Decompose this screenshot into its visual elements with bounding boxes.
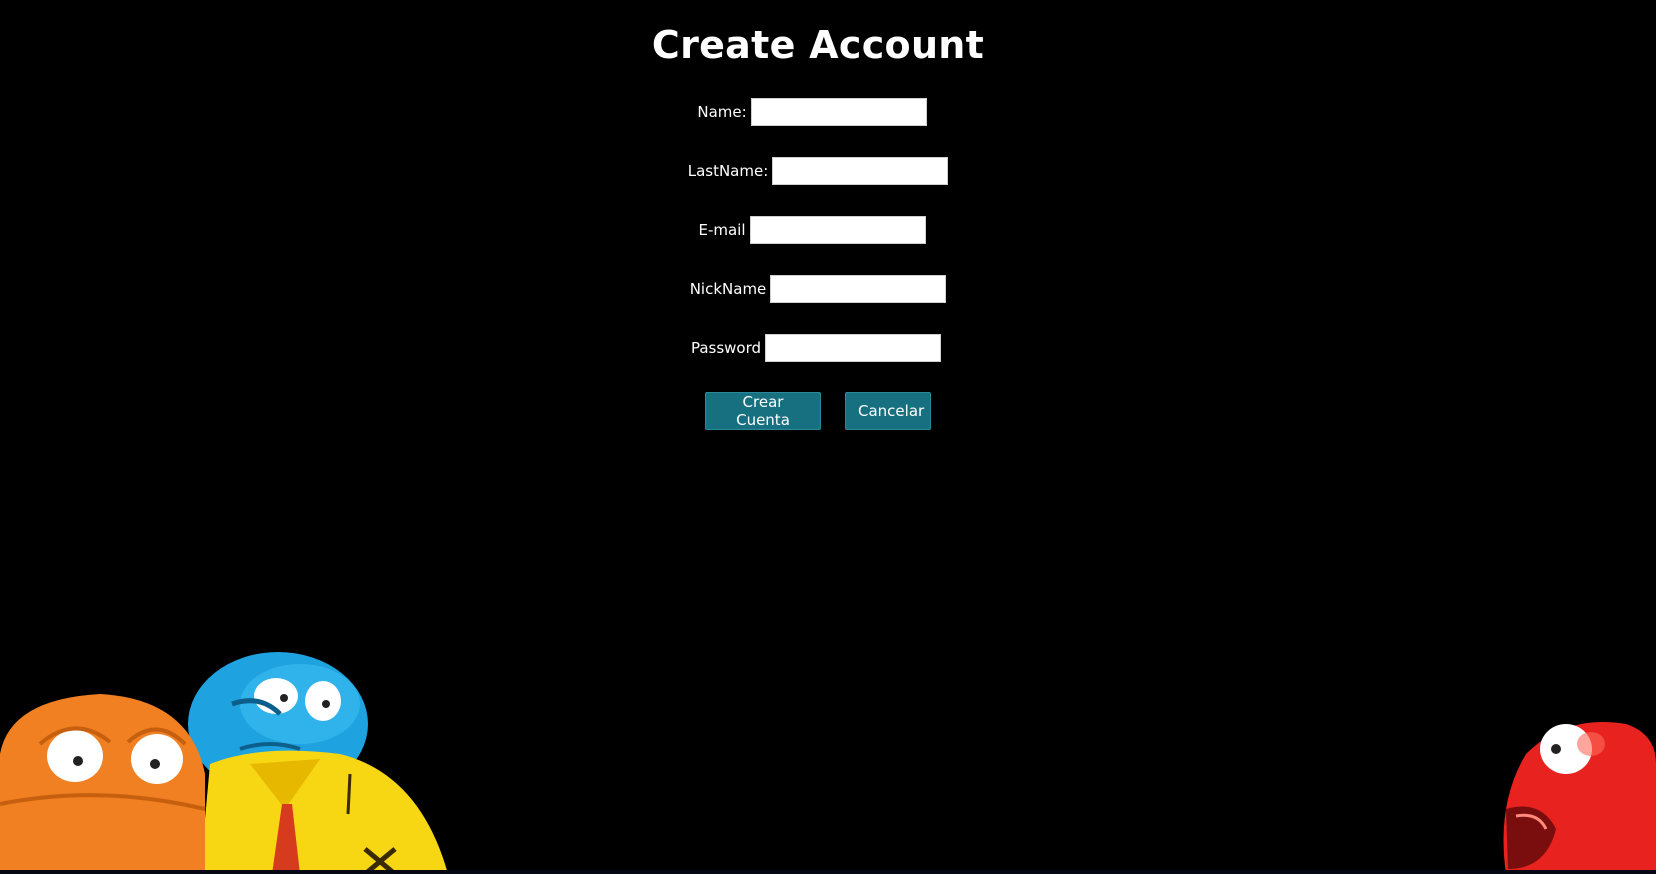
nickname-input[interactable] [770, 275, 947, 303]
orange-monster [0, 694, 206, 874]
form-buttons: Crear Cuenta Cancelar [0, 392, 1636, 430]
form-row-lastname: LastName: [0, 156, 1636, 186]
password-label: Password [690, 339, 762, 357]
orange-monster-illustration [0, 652, 448, 874]
red-monster-illustration [1503, 722, 1656, 874]
yellow-monster-body [200, 750, 448, 874]
form-row-name: Name: [0, 97, 1630, 127]
cancel-button[interactable]: Cancelar [845, 392, 931, 430]
page-title: Create Account [651, 23, 985, 68]
form-row-email: E-mail [0, 215, 1630, 245]
ground-strip [0, 870, 1656, 874]
create-account-button[interactable]: Crear Cuenta [705, 392, 821, 430]
form-row-password: Password [0, 333, 1634, 363]
lastname-label: LastName: [687, 162, 769, 180]
red-monster [1503, 722, 1656, 874]
email-input[interactable] [749, 216, 926, 244]
email-label: E-mail [698, 221, 746, 239]
name-label: Name: [697, 103, 747, 121]
nickname-label: NickName [689, 280, 767, 298]
password-input[interactable] [765, 334, 942, 362]
lastname-input[interactable] [772, 157, 949, 185]
form-row-nickname: NickName [0, 274, 1636, 304]
name-input[interactable] [750, 98, 927, 126]
